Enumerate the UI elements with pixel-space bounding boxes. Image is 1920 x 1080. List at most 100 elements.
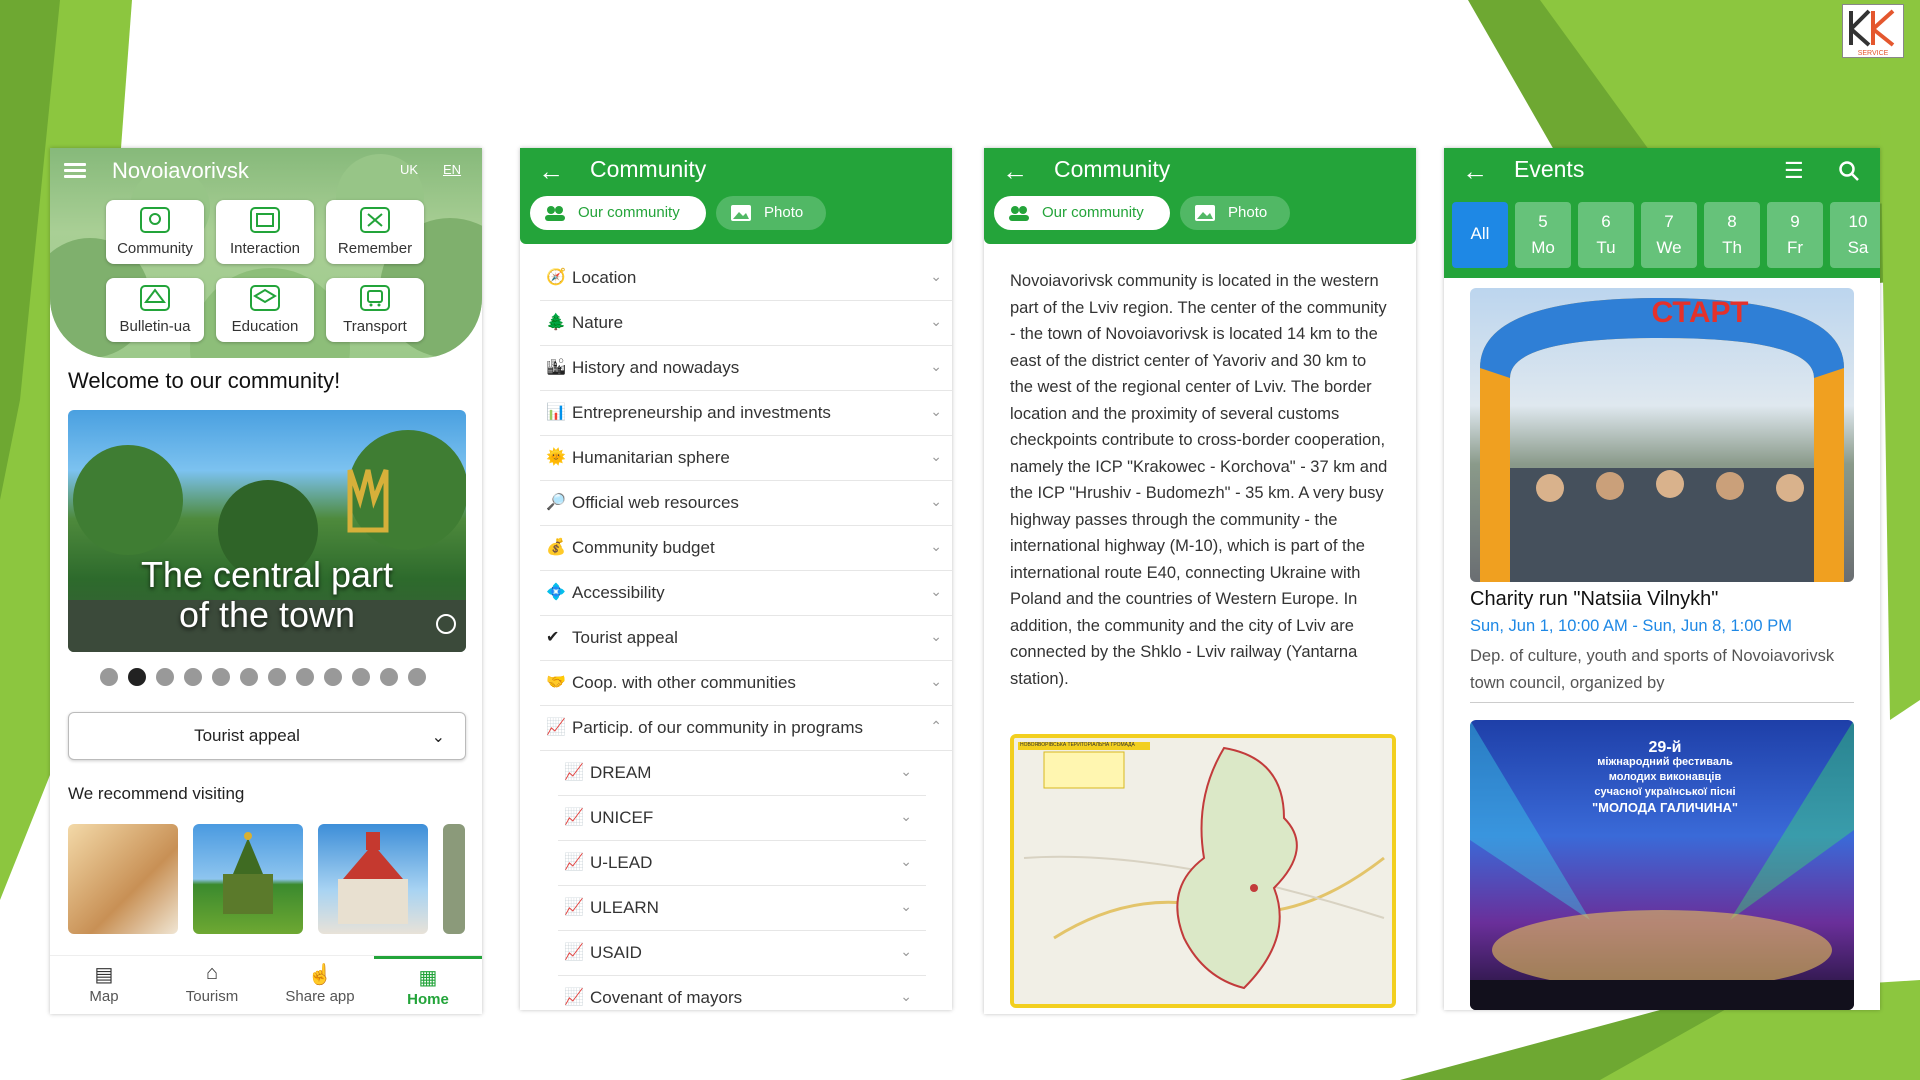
tile-community[interactable]: Community [106, 200, 204, 264]
phone-community-detail: ← Community Our community Photo Novoiavo… [984, 148, 1416, 1014]
map-icon: ▤ [94, 964, 114, 986]
topic-row[interactable]: 💠 Accessibility ⌄ [540, 571, 952, 616]
row-label: Entrepreneurship and investments [572, 403, 831, 422]
nav-share-app[interactable]: ☝ Share app [266, 956, 374, 1014]
day-chip[interactable]: 5 Mo [1515, 202, 1571, 268]
hero-carousel-slide[interactable]: The central part of the town [68, 410, 466, 652]
day-chip[interactable]: 8 Th [1704, 202, 1760, 268]
chevron-down-icon: ⌄ [900, 988, 912, 1004]
banner-start-text: СТАРТ [1652, 296, 1749, 329]
carousel-dot[interactable] [380, 668, 398, 686]
search-icon[interactable] [1838, 160, 1860, 182]
event-image-charity-run[interactable]: СТАРТ [1470, 288, 1854, 582]
pause-icon[interactable] [436, 614, 456, 634]
nav-home[interactable]: ▦ Home [374, 956, 482, 1014]
chip-photo[interactable]: Photo [716, 196, 826, 230]
filter-icon[interactable]: ☰ [1784, 158, 1804, 184]
nav-map[interactable]: ▤ Map [50, 956, 158, 1014]
recommend-heading: We recommend visiting [68, 784, 245, 803]
app-title: Novoiavorivsk [112, 158, 249, 183]
program-row[interactable]: 📈 U-LEAD ⌄ [558, 841, 926, 886]
kk-logo-icon: SERVICE [1849, 9, 1895, 57]
hero-caption-line: of the town [178, 594, 356, 635]
topic-row[interactable]: 🔎 Official web resources ⌄ [540, 481, 952, 526]
chip-photo[interactable]: Photo [1180, 196, 1290, 230]
chevron-down-icon: ⌄ [900, 853, 912, 869]
hero-caption: The central part of the town [68, 555, 466, 635]
topic-row[interactable]: 🌞 Humanitarian sphere ⌄ [540, 436, 952, 481]
row-label: Location [572, 268, 637, 287]
day-weekday: We [1656, 238, 1682, 257]
carousel-dot[interactable] [296, 668, 314, 686]
recommend-thumb-food[interactable] [68, 824, 178, 934]
row-label: ULEARN [590, 898, 659, 917]
chevron-down-icon: ⌄ [930, 403, 942, 419]
chip-our-community[interactable]: Our community [994, 196, 1170, 230]
back-arrow-icon[interactable]: ← [538, 156, 564, 187]
recommend-thumb-church-wooden[interactable] [193, 824, 303, 934]
day-number: 7 [1664, 212, 1674, 231]
topic-row[interactable]: 📈 Particip. of our community in programs ⌃ [540, 706, 952, 751]
day-chip[interactable]: 10 Sa [1830, 202, 1880, 268]
back-arrow-icon[interactable]: ← [1462, 156, 1488, 187]
program-row[interactable]: 📈 USAID ⌄ [558, 931, 926, 976]
carousel-dot[interactable] [212, 668, 230, 686]
tile-transport[interactable]: Transport [326, 278, 424, 342]
tile-remember[interactable]: Remember [326, 200, 424, 264]
poster-line: молодих виконавців [1608, 771, 1722, 783]
tile-label: Education [231, 318, 299, 335]
tile-bulletin[interactable]: Bulletin-ua [106, 278, 204, 342]
topic-row[interactable]: 📊 Entrepreneurship and investments ⌄ [540, 391, 952, 436]
chevron-down-icon: ⌄ [930, 538, 942, 554]
lang-uk-button[interactable]: UK [400, 162, 418, 177]
topic-row[interactable]: 💰 Community budget ⌄ [540, 526, 952, 571]
back-arrow-icon[interactable]: ← [1002, 156, 1028, 187]
tourist-appeal-dropdown[interactable]: Tourist appeal ⌄ [68, 712, 466, 760]
day-chip[interactable]: 7 We [1641, 202, 1697, 268]
program-row[interactable]: 📈 UNICEF ⌄ [558, 796, 926, 841]
day-weekday: Mo [1531, 238, 1555, 257]
row-label: Accessibility [572, 583, 665, 602]
topic-row[interactable]: 🌲 Nature ⌄ [540, 301, 952, 346]
poster-line: міжнародний фестиваль [1597, 756, 1733, 768]
program-row[interactable]: 📈 DREAM ⌄ [558, 751, 926, 796]
chevron-down-icon: ⌄ [431, 729, 445, 746]
topic-row[interactable]: ✔ Tourist appeal ⌄ [540, 616, 952, 661]
community-map[interactable]: НОВОЯВОРІВСЬКА ТЕРИТОРІАЛЬНА ГРОМАДА [1010, 734, 1396, 1008]
tourism-icon: ⌂ [205, 962, 219, 984]
day-all[interactable]: All [1452, 202, 1508, 268]
carousel-dot[interactable] [128, 668, 146, 686]
recommend-thumb-partial[interactable] [443, 824, 465, 934]
chevron-down-icon: ⌄ [930, 313, 942, 329]
carousel-dot[interactable] [100, 668, 118, 686]
event-image-festival[interactable]: 29-й міжнародний фестиваль молодих викон… [1470, 720, 1854, 1010]
topic-row[interactable]: 🤝 Coop. with other communities ⌄ [540, 661, 952, 706]
nav-tourism[interactable]: ⌂ Tourism [158, 956, 266, 1014]
carousel-dot[interactable] [324, 668, 342, 686]
carousel-dot[interactable] [268, 668, 286, 686]
carousel-dot[interactable] [352, 668, 370, 686]
topic-row[interactable]: 🏙 History and nowadays ⌄ [540, 346, 952, 391]
tile-interaction[interactable]: Interaction [216, 200, 314, 264]
tile-education[interactable]: Education [216, 278, 314, 342]
chip-label: Our community [1042, 204, 1144, 221]
event-title[interactable]: Charity run "Natsiia Vilnykh" [1470, 588, 1718, 611]
hamburger-menu-icon[interactable] [64, 160, 86, 180]
topic-row[interactable]: 🧭 Location ⌄ [540, 256, 952, 301]
row-emoji-icon: 📈 [564, 854, 584, 871]
recommend-thumb-church-red[interactable] [318, 824, 428, 934]
row-label: U-LEAD [590, 853, 653, 872]
program-row[interactable]: 📈 Covenant of mayors ⌄ [558, 976, 926, 1010]
day-chip[interactable]: 6 Tu [1578, 202, 1634, 268]
program-row[interactable]: 📈 ULEARN ⌄ [558, 886, 926, 931]
carousel-dot[interactable] [184, 668, 202, 686]
chevron-down-icon: ⌄ [930, 358, 942, 374]
row-label: Nature [572, 313, 624, 332]
carousel-dot[interactable] [408, 668, 426, 686]
day-chip[interactable]: 9 Fr [1767, 202, 1823, 268]
carousel-dot[interactable] [240, 668, 258, 686]
carousel-dot[interactable] [156, 668, 174, 686]
lang-en-button[interactable]: EN [443, 162, 461, 177]
chip-our-community[interactable]: Our community [530, 196, 706, 230]
chevron-down-icon: ⌄ [900, 763, 912, 779]
